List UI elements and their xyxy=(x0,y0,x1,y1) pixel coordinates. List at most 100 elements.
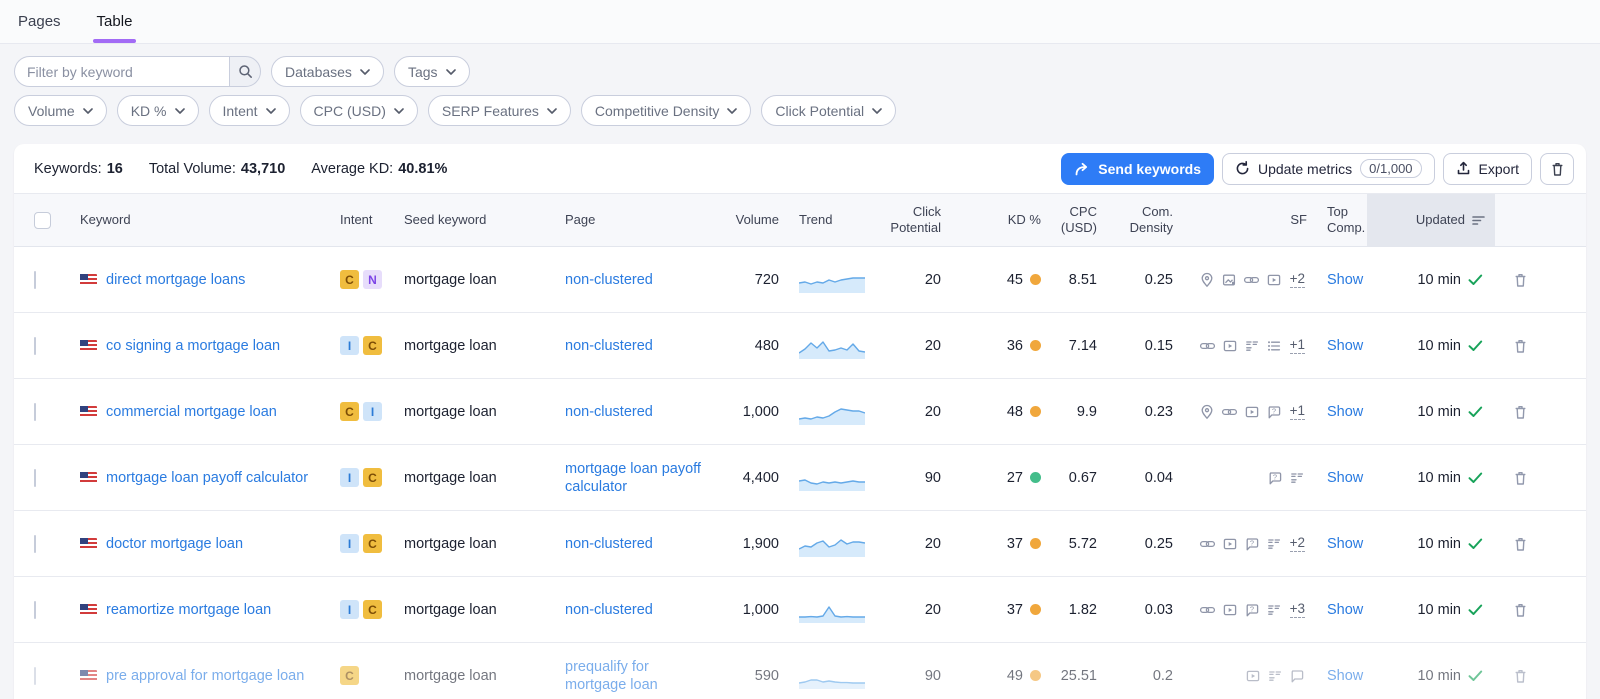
row-trash-icon[interactable] xyxy=(1513,602,1528,618)
top-comp-show-link[interactable]: Show xyxy=(1327,338,1363,354)
col-click-potential[interactable]: Click Potential xyxy=(883,194,945,246)
sf-more-link[interactable]: +2 xyxy=(1290,535,1305,552)
sf-more-link[interactable]: +1 xyxy=(1290,337,1305,354)
row-trash-icon[interactable] xyxy=(1513,338,1528,354)
filter-pill-label: CPC (USD) xyxy=(314,103,386,119)
link-icon xyxy=(1199,602,1216,618)
updated-value: 10 min xyxy=(1417,470,1461,486)
select-all-checkbox[interactable] xyxy=(34,212,51,229)
chevron-down-icon xyxy=(446,69,456,75)
col-top-comp[interactable]: Top Comp. xyxy=(1311,194,1367,246)
kd-value: 45 xyxy=(1007,272,1023,288)
row-trash-icon[interactable] xyxy=(1513,536,1528,552)
list-icon xyxy=(1266,338,1282,354)
kd-value: 37 xyxy=(1007,602,1023,618)
filter-pill-serp-features[interactable]: SERP Features xyxy=(428,95,571,126)
keyword-link[interactable]: mortgage loan payoff calculator xyxy=(106,470,308,486)
keyword-link[interactable]: commercial mortgage loan xyxy=(106,404,277,420)
keyword-link[interactable]: doctor mortgage loan xyxy=(106,536,243,552)
filter-pill-click-potential[interactable]: Click Potential xyxy=(761,95,896,126)
serp-features xyxy=(1177,668,1311,684)
col-trend[interactable]: Trend xyxy=(783,194,883,246)
export-icon xyxy=(1456,161,1471,176)
sf-more-link[interactable]: +1 xyxy=(1290,403,1305,420)
top-comp-show-link[interactable]: Show xyxy=(1327,272,1363,288)
col-kd[interactable]: KD % xyxy=(945,194,1045,246)
keyword-link[interactable]: reamortize mortgage loan xyxy=(106,602,271,618)
keyword-link[interactable]: direct mortgage loans xyxy=(106,272,245,288)
page-link[interactable]: mortgage loan payoff calculator xyxy=(565,461,701,495)
send-arrow-icon xyxy=(1074,162,1090,176)
page-link[interactable]: non-clustered xyxy=(565,602,653,618)
filter-pill-competitive-density[interactable]: Competitive Density xyxy=(581,95,752,126)
faq-icon: ? xyxy=(1267,470,1283,486)
svg-text:?: ? xyxy=(1273,472,1277,481)
page-link[interactable]: prequalify for mortgage loan xyxy=(565,659,658,693)
us-flag-icon xyxy=(80,406,97,418)
delete-selected-button[interactable] xyxy=(1540,153,1574,185)
row-checkbox[interactable] xyxy=(34,403,36,421)
row-trash-icon[interactable] xyxy=(1513,404,1528,420)
row-trash-icon[interactable] xyxy=(1513,272,1528,288)
check-icon xyxy=(1468,274,1483,286)
sf-more-link[interactable]: +2 xyxy=(1290,271,1305,288)
intent-badge-I: I xyxy=(340,336,359,355)
sitelinks-icon xyxy=(1266,602,1282,618)
row-checkbox[interactable] xyxy=(34,337,36,355)
top-comp-show-link[interactable]: Show xyxy=(1327,536,1363,552)
top-comp-show-link[interactable]: Show xyxy=(1327,470,1363,486)
row-checkbox[interactable] xyxy=(34,535,36,553)
update-metrics-button[interactable]: Update metrics 0/1,000 xyxy=(1222,153,1435,185)
table-row: reamortize mortgage loanICmortgage loann… xyxy=(14,577,1586,643)
page-link[interactable]: non-clustered xyxy=(565,338,653,354)
filter-pill-intent[interactable]: Intent xyxy=(209,95,290,126)
sf-more-link[interactable]: +3 xyxy=(1290,601,1305,618)
serp-features: +1 xyxy=(1177,337,1311,354)
row-trash-icon[interactable] xyxy=(1513,470,1528,486)
col-cpc[interactable]: CPC (USD) xyxy=(1045,194,1101,246)
faq-icon: ? xyxy=(1244,602,1260,618)
density-value: 0.04 xyxy=(1101,470,1177,486)
col-seed[interactable]: Seed keyword xyxy=(404,194,565,246)
page-link[interactable]: non-clustered xyxy=(565,536,653,552)
row-checkbox[interactable] xyxy=(34,271,36,289)
col-intent[interactable]: Intent xyxy=(340,194,404,246)
tab-table[interactable]: Table xyxy=(93,2,137,43)
databases-dropdown[interactable]: Databases xyxy=(271,56,384,87)
kd-level-dot xyxy=(1030,604,1041,615)
tab-pages[interactable]: Pages xyxy=(14,2,65,43)
col-density[interactable]: Com. Density xyxy=(1101,194,1177,246)
search-button[interactable] xyxy=(229,56,261,87)
svg-text:?: ? xyxy=(1250,604,1254,613)
volume-value: 480 xyxy=(721,338,783,354)
col-page[interactable]: Page xyxy=(565,194,721,246)
page-link[interactable]: non-clustered xyxy=(565,404,653,420)
row-checkbox[interactable] xyxy=(34,667,36,685)
col-volume[interactable]: Volume xyxy=(721,194,783,246)
row-trash-icon[interactable] xyxy=(1513,668,1528,684)
keyword-link[interactable]: co signing a mortgage loan xyxy=(106,338,280,354)
tags-dropdown[interactable]: Tags xyxy=(394,56,470,87)
export-button[interactable]: Export xyxy=(1443,153,1532,185)
row-checkbox[interactable] xyxy=(34,601,36,619)
filter-pill-volume[interactable]: Volume xyxy=(14,95,107,126)
filter-pill-kd-[interactable]: KD % xyxy=(117,95,199,126)
density-value: 0.23 xyxy=(1101,404,1177,420)
link-icon xyxy=(1199,536,1216,552)
top-comp-show-link[interactable]: Show xyxy=(1327,404,1363,420)
col-keyword[interactable]: Keyword xyxy=(80,194,340,246)
keyword-link[interactable]: pre approval for mortgage loan xyxy=(106,668,304,684)
top-comp-show-link[interactable]: Show xyxy=(1327,602,1363,618)
filters-area: Databases Tags Volume KD % Intent CPC (USD)… xyxy=(0,44,1600,136)
filter-pill-cpc-usd-[interactable]: CPC (USD) xyxy=(300,95,418,126)
col-updated-sorted[interactable]: Updated xyxy=(1367,194,1495,246)
row-checkbox[interactable] xyxy=(34,469,36,487)
top-comp-show-link[interactable]: Show xyxy=(1327,668,1363,684)
col-sf[interactable]: SF xyxy=(1177,194,1311,246)
send-keywords-button[interactable]: Send keywords xyxy=(1061,153,1214,185)
serp-features: ? +3 xyxy=(1177,601,1311,618)
keyword-filter-input[interactable] xyxy=(14,56,229,87)
video-icon xyxy=(1222,536,1238,552)
page-link[interactable]: non-clustered xyxy=(565,272,653,288)
kd-level-dot xyxy=(1030,340,1041,351)
